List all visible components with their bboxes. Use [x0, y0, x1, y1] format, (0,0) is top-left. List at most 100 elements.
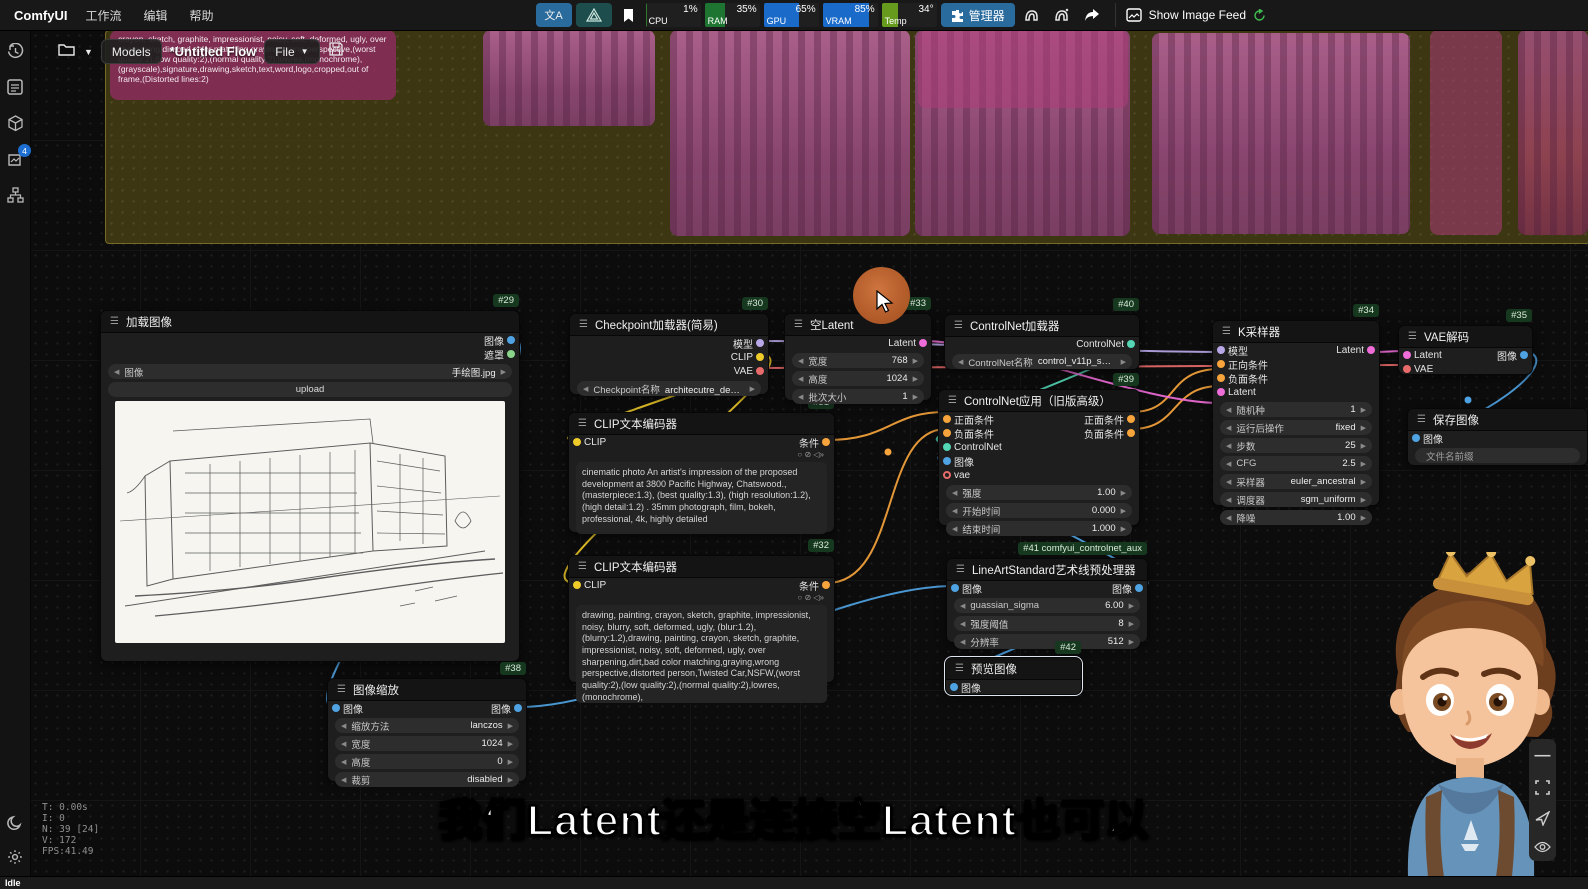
node-title[interactable]: ☰ControlNet加载器	[945, 315, 1139, 337]
decrement-arrow[interactable]: ◀	[952, 489, 957, 497]
node-title[interactable]: ☰空Latent	[785, 314, 931, 336]
increment-arrow[interactable]: ▶	[1129, 638, 1134, 646]
input-port-图像[interactable]	[943, 457, 951, 465]
node-title[interactable]: ☰加载图像	[101, 311, 519, 333]
node-clip_neg[interactable]: #32☰CLIP文本编码器CLIP条件○ ⊘ ◁»drawing, painti…	[568, 555, 835, 683]
output-port-图像[interactable]	[514, 704, 522, 712]
input-port-负面条件[interactable]	[1217, 374, 1225, 382]
input-port-正向条件[interactable]	[1217, 360, 1225, 368]
node-title[interactable]: ☰Checkpoint加载器(简易)	[570, 314, 768, 336]
increment-arrow[interactable]: ▶	[1361, 514, 1366, 522]
node-cn_loader[interactable]: #40☰ControlNet加载器ControlNet◀ ControlNet名…	[944, 314, 1140, 370]
node-title[interactable]: ☰保存图像	[1408, 409, 1587, 431]
render-thumbnail-1[interactable]	[483, 30, 655, 126]
input-port-图像[interactable]	[332, 704, 340, 712]
model-library-icon[interactable]	[6, 114, 24, 132]
widget-开始时间[interactable]: ◀ 开始时间 0.000 ▶	[946, 503, 1132, 518]
node-lineart[interactable]: #41 comfyui_controlnet_aux☰LineArtStanda…	[946, 558, 1148, 643]
output-port-VAE[interactable]	[756, 367, 764, 375]
decrement-arrow[interactable]: ◀	[341, 776, 346, 784]
node-menu-icon[interactable]: ☰	[578, 561, 587, 572]
increment-arrow[interactable]: ▶	[1129, 602, 1134, 610]
decrement-arrow[interactable]: ◀	[341, 722, 346, 730]
output-port-图像[interactable]	[507, 336, 515, 344]
widget-高度[interactable]: ◀ 高度 1024 ▶	[792, 371, 924, 386]
settings-gear-icon[interactable]	[6, 848, 24, 866]
increment-arrow[interactable]: ▶	[1121, 358, 1126, 366]
decrement-arrow[interactable]: ◀	[798, 393, 803, 401]
decrement-arrow[interactable]: ◀	[1226, 478, 1231, 486]
increment-arrow[interactable]: ▶	[1121, 489, 1126, 497]
prompt-textarea[interactable]: drawing, painting, crayon, sketch, graph…	[576, 605, 827, 703]
node-menu-icon[interactable]: ☰	[110, 316, 119, 327]
widget-guassian_sigma[interactable]: ◀ guassian_sigma 6.00 ▶	[954, 598, 1140, 613]
clean-vram-icon[interactable]	[1019, 3, 1045, 27]
widget-调度器[interactable]: ◀ 调度器 sgm_uniform ▶	[1220, 492, 1372, 507]
increment-arrow[interactable]: ▶	[508, 722, 513, 730]
upload-button[interactable]: upload	[108, 382, 512, 397]
node-menu-icon[interactable]: ☰	[948, 395, 957, 406]
theme-moon-icon[interactable]	[6, 814, 24, 832]
workflow-title[interactable]: *Untitled Flow	[170, 44, 257, 59]
node-menu-icon[interactable]: ☰	[954, 320, 963, 331]
menu-edit[interactable]: 编辑	[143, 7, 167, 24]
decrement-arrow[interactable]: ◀	[798, 357, 803, 365]
widget-降噪[interactable]: ◀ 降噪 1.00 ▶	[1220, 510, 1372, 525]
widget-CFG[interactable]: ◀ CFG 2.5 ▶	[1220, 456, 1372, 471]
increment-arrow[interactable]: ▶	[1121, 507, 1126, 515]
prompt-textarea[interactable]: cinematic photo An artist's impression o…	[576, 462, 827, 534]
sketch-image-preview[interactable]	[115, 401, 505, 643]
output-port-Latent[interactable]	[1367, 346, 1375, 354]
widget-批次大小[interactable]: ◀ 批次大小 1 ▶	[792, 389, 924, 404]
input-port-负面条件[interactable]	[943, 429, 951, 437]
node-title[interactable]: ☰ControlNet应用（旧版高级）	[939, 390, 1139, 412]
increment-arrow[interactable]: ▶	[501, 368, 506, 376]
decrement-arrow[interactable]: ◀	[952, 525, 957, 533]
increment-arrow[interactable]: ▶	[913, 375, 918, 383]
widget-ControlNet名称[interactable]: ◀ ControlNet名称 control_v11p_sd15_lineart…	[952, 354, 1132, 369]
file-menu-button[interactable]: File ▼	[264, 39, 319, 64]
output-port-遮罩[interactable]	[507, 350, 515, 358]
node-menu-icon[interactable]: ☰	[1408, 331, 1417, 342]
decrement-arrow[interactable]: ◀	[798, 375, 803, 383]
node-clip_pos[interactable]: #31☰CLIP文本编码器CLIP条件○ ⊘ ◁»cinematic photo…	[568, 412, 835, 533]
output-port-正面条件[interactable]	[1127, 415, 1135, 423]
input-port-CLIP[interactable]	[573, 438, 581, 446]
decrement-arrow[interactable]: ◀	[958, 358, 963, 366]
input-port-CLIP[interactable]	[573, 581, 581, 589]
save-icon[interactable]	[328, 41, 344, 62]
increment-arrow[interactable]: ▶	[1121, 525, 1126, 533]
decrement-arrow[interactable]: ◀	[583, 385, 588, 393]
node-title[interactable]: ☰预览图像	[946, 658, 1081, 680]
widget-Checkpoint名称[interactable]: ◀ Checkpoint名称 architecutre_design线稿-Yua…	[577, 381, 761, 396]
widget-步数[interactable]: ◀ 步数 25 ▶	[1220, 438, 1372, 453]
output-port-Latent[interactable]	[919, 339, 927, 347]
decrement-arrow[interactable]: ◀	[952, 507, 957, 515]
node-preview[interactable]: #42☰预览图像图像	[945, 657, 1082, 695]
widget-强度[interactable]: ◀ 强度 1.00 ▶	[946, 485, 1132, 500]
input-port-图像[interactable]	[950, 683, 958, 691]
widget-随机种[interactable]: ◀ 随机种 1 ▶	[1220, 402, 1372, 417]
clean-vram-used-icon[interactable]	[1049, 3, 1075, 27]
bookmark-icon[interactable]	[616, 3, 642, 27]
increment-arrow[interactable]: ▶	[1361, 460, 1366, 468]
decrement-arrow[interactable]: ◀	[114, 368, 119, 376]
decrement-arrow[interactable]: ◀	[1226, 460, 1231, 468]
increment-arrow[interactable]: ▶	[1361, 442, 1366, 450]
input-port-Latent[interactable]	[1403, 351, 1411, 359]
widget-高度[interactable]: ◀ 高度 0 ▶	[335, 754, 519, 769]
workflows-icon[interactable]	[6, 186, 24, 204]
output-port-CLIP[interactable]	[756, 353, 764, 361]
node-vae_decode[interactable]: #35☰VAE解码Latent图像VAE	[1398, 325, 1533, 375]
node-menu-icon[interactable]: ☰	[1222, 326, 1231, 337]
widget-图像[interactable]: ◀ 图像 手绘图.jpg ▶	[108, 364, 512, 379]
input-port-图像[interactable]	[1412, 434, 1420, 442]
output-port-条件[interactable]	[822, 438, 830, 446]
node-title[interactable]: ☰CLIP文本编码器	[569, 413, 834, 435]
menu-help[interactable]: 帮助	[189, 7, 213, 24]
node-ksampler[interactable]: #34☰K采样器模型Latent正向条件负面条件Latent◀ 随机种 1 ▶◀…	[1212, 320, 1380, 506]
minimize-icon[interactable]: —	[1535, 747, 1551, 765]
decrement-arrow[interactable]: ◀	[341, 758, 346, 766]
output-port-模型[interactable]	[756, 339, 764, 347]
render-thumbnail-2[interactable]	[670, 30, 910, 236]
